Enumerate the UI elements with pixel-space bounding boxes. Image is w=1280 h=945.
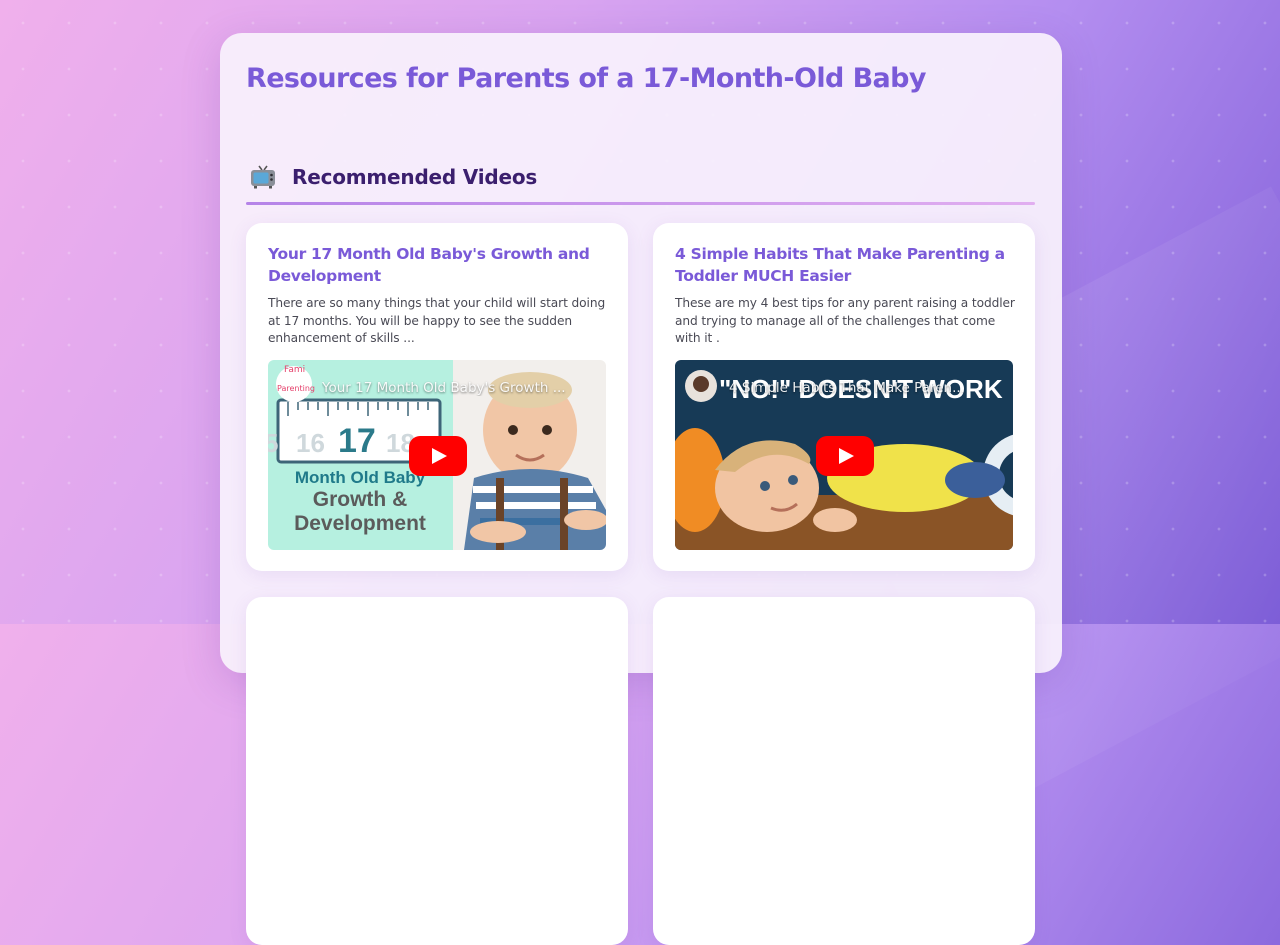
brand-logo-text: Parenting	[277, 384, 315, 393]
thumbnail-text: Development	[294, 512, 426, 535]
play-button[interactable]	[409, 436, 467, 476]
video-embed[interactable]: "NO!" DOESN'T WORK 4 Simple Habits That …	[675, 360, 1013, 550]
video-title[interactable]: 4 Simple Habits That Make Parenting a To…	[675, 243, 1015, 287]
videos-section-header: Recommended Videos	[246, 163, 1035, 205]
video-title[interactable]: Your 17 Month Old Baby's Growth and Deve…	[268, 243, 608, 287]
video-description: There are so many things that your child…	[268, 296, 606, 345]
ruler-number: 17	[338, 422, 376, 460]
video-card: Your 17 Month Old Baby's Growth and Deve…	[246, 223, 628, 571]
section-divider	[246, 202, 1035, 205]
tv-icon	[251, 165, 275, 189]
brand-logo-text: Fami	[284, 365, 305, 375]
resources-panel: Resources for Parents of a 17-Month-Old …	[220, 33, 1062, 945]
thumbnail-text: Month Old Baby	[295, 468, 426, 487]
section-title: Recommended Videos	[292, 165, 538, 189]
page-title: Resources for Parents of a 17-Month-Old …	[246, 63, 927, 94]
ruler-number: 16	[296, 428, 325, 458]
play-button[interactable]	[816, 436, 874, 476]
video-embed[interactable]: 5 16 17 18 Fami Parenting Month Old Baby…	[268, 360, 606, 550]
video-card	[246, 597, 628, 945]
video-card: 4 Simple Habits That Make Parenting a To…	[653, 223, 1035, 571]
video-card	[653, 597, 1035, 945]
video-embed-title[interactable]: 4 Simple Habits That Make Paren...	[729, 380, 989, 396]
thumbnail-text: Growth &	[313, 488, 408, 511]
video-description: These are my 4 best tips for any parent …	[675, 296, 1015, 345]
ruler-number: 5	[268, 428, 278, 458]
video-embed-title[interactable]: Your 17 Month Old Baby's Growth ...	[322, 380, 582, 396]
